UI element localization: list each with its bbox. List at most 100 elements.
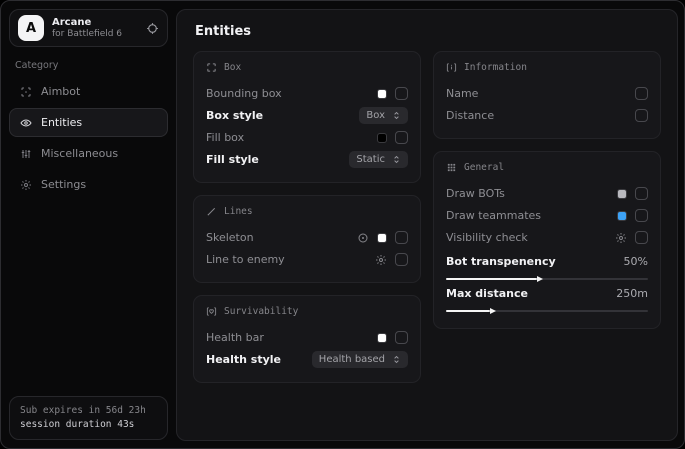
session-duration-text: session duration 43s	[20, 418, 157, 432]
setting-row-draw-bots: Draw BOTs	[446, 183, 648, 204]
card-columns: Box Bounding box Box style Box	[193, 51, 661, 383]
subscription-card: Sub expires in 56d 23h session duration …	[9, 396, 168, 441]
sidebar-item-settings[interactable]: Settings	[9, 170, 168, 199]
color-swatch[interactable]	[617, 189, 627, 199]
survivability-card-header: Survivability	[206, 306, 408, 317]
setting-row-box-style: Box style Box	[206, 105, 408, 126]
sidebar-item-entities[interactable]: Entities	[9, 108, 168, 137]
chevrons-up-down-icon	[392, 155, 401, 164]
max-distance-slider-block: Max distance 250m	[446, 287, 648, 312]
setting-row-draw-teammates: Draw teammates	[446, 205, 648, 226]
sidebar-item-label: Entities	[41, 116, 82, 129]
box-style-dropdown[interactable]: Box	[359, 107, 408, 124]
max-distance-slider[interactable]	[446, 310, 648, 312]
target-dot-icon[interactable]	[357, 232, 369, 244]
general-card: General Draw BOTs Draw teammates	[433, 151, 661, 329]
setting-row-line-to-enemy: Line to enemy	[206, 249, 408, 270]
chevrons-up-down-icon	[392, 111, 401, 120]
health-style-dropdown[interactable]: Health based	[312, 351, 408, 368]
dropdown-value: Box	[366, 110, 385, 121]
color-swatch[interactable]	[377, 89, 387, 99]
setting-row-health-bar: Health bar	[206, 327, 408, 348]
card-title: Survivability	[224, 306, 298, 317]
setting-label: Name	[446, 87, 478, 100]
checkbox[interactable]	[395, 253, 408, 266]
gear-icon[interactable]	[375, 254, 387, 266]
checkbox[interactable]	[635, 209, 648, 222]
setting-row-distance: Distance	[446, 105, 648, 126]
card-title: Lines	[224, 206, 253, 217]
left-column: Box Bounding box Box style Box	[193, 51, 421, 383]
profile-text: Arcane for Battlefield 6	[52, 17, 138, 39]
slider-thumb[interactable]	[490, 308, 496, 314]
fill-style-dropdown[interactable]: Static	[349, 151, 408, 168]
gear-icon[interactable]	[615, 232, 627, 244]
dropdown-value: Static	[356, 154, 385, 165]
sidebar-item-label: Miscellaneous	[41, 147, 118, 160]
bot-transparency-slider[interactable]	[446, 278, 648, 280]
setting-label: Visibility check	[446, 231, 528, 244]
setting-label: Skeleton	[206, 231, 254, 244]
sidebar-spacer	[9, 199, 168, 396]
checkbox[interactable]	[635, 187, 648, 200]
information-card: Information Name Distance	[433, 51, 661, 139]
box-card: Box Bounding box Box style Box	[193, 51, 421, 183]
setting-label: Draw BOTs	[446, 187, 505, 200]
sidebar-item-miscellaneous[interactable]: Miscellaneous	[9, 139, 168, 168]
checkbox[interactable]	[395, 87, 408, 100]
setting-label: Fill box	[206, 131, 244, 144]
category-label: Category	[15, 60, 162, 71]
sidebar: A Arcane for Battlefield 6 Category	[1, 1, 176, 448]
checkbox[interactable]	[635, 109, 648, 122]
checkbox[interactable]	[395, 131, 408, 144]
setting-label: Health style	[206, 353, 281, 366]
slider-thumb[interactable]	[537, 276, 543, 282]
profile-card[interactable]: A Arcane for Battlefield 6	[9, 9, 168, 47]
setting-row-name: Name	[446, 83, 648, 104]
setting-label: Line to enemy	[206, 253, 285, 266]
dropdown-value: Health based	[319, 354, 385, 365]
sliders-icon	[19, 148, 32, 160]
chevrons-up-down-icon	[392, 355, 401, 364]
setting-label: Distance	[446, 109, 494, 122]
setting-label: Draw teammates	[446, 209, 541, 222]
main-panel: Entities Box	[176, 9, 678, 441]
sidebar-nav: Aimbot Entities	[9, 77, 168, 199]
setting-row-bounding-box: Bounding box	[206, 83, 408, 104]
card-title: General	[464, 162, 504, 173]
setting-label: Max distance	[446, 287, 528, 300]
setting-label: Fill style	[206, 153, 259, 166]
checkbox[interactable]	[635, 231, 648, 244]
sidebar-item-label: Settings	[41, 178, 86, 191]
checkbox[interactable]	[635, 87, 648, 100]
sidebar-item-aimbot[interactable]: Aimbot	[9, 77, 168, 106]
checkbox[interactable]	[395, 231, 408, 244]
slider-value: 50%	[624, 255, 648, 268]
setting-row-visibility-check: Visibility check	[446, 227, 648, 248]
sub-expires-text: Sub expires in 56d 23h	[20, 404, 157, 418]
eye-icon	[19, 117, 32, 129]
color-swatch[interactable]	[377, 233, 387, 243]
card-title: Box	[224, 62, 241, 73]
setting-row-health-style: Health style Health based	[206, 349, 408, 370]
heart-brackets-icon	[206, 306, 217, 317]
color-swatch[interactable]	[377, 333, 387, 343]
setting-label: Bot transpenency	[446, 255, 556, 268]
checkbox[interactable]	[395, 331, 408, 344]
general-card-header: General	[446, 162, 648, 173]
app-title: Arcane	[52, 17, 138, 29]
setting-row-fill-style: Fill style Static	[206, 149, 408, 170]
setting-label: Box style	[206, 109, 263, 122]
grid-icon	[446, 162, 457, 173]
app-window: A Arcane for Battlefield 6 Category	[0, 0, 685, 449]
target-icon[interactable]	[146, 22, 159, 35]
setting-row-fill-box: Fill box	[206, 127, 408, 148]
line-icon	[206, 206, 217, 217]
color-swatch[interactable]	[377, 133, 387, 143]
info-brackets-icon	[446, 62, 457, 73]
setting-label: Health bar	[206, 331, 264, 344]
color-swatch[interactable]	[617, 211, 627, 221]
survivability-card: Survivability Health bar Health style He…	[193, 295, 421, 383]
card-title: Information	[464, 62, 527, 73]
gear-icon	[19, 179, 32, 191]
